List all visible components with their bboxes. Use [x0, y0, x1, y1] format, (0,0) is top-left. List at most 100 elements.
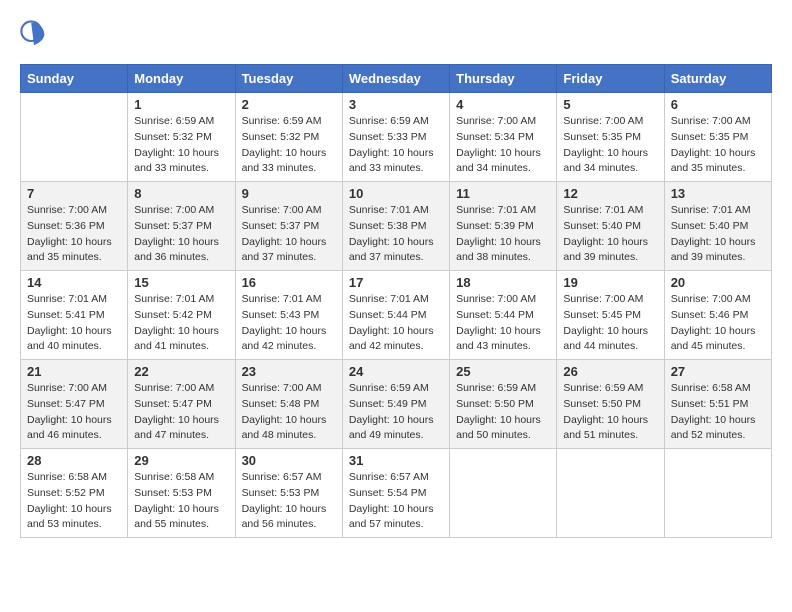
day-info: Sunrise: 6:59 AMSunset: 5:50 PMDaylight:… [563, 382, 648, 441]
day-info: Sunrise: 7:01 AMSunset: 5:40 PMDaylight:… [563, 204, 648, 263]
calendar-week-2: 7Sunrise: 7:00 AMSunset: 5:36 PMDaylight… [21, 182, 772, 271]
day-info: Sunrise: 7:00 AMSunset: 5:46 PMDaylight:… [671, 293, 756, 352]
day-info: Sunrise: 7:01 AMSunset: 5:40 PMDaylight:… [671, 204, 756, 263]
calendar-day: 5 Sunrise: 7:00 AMSunset: 5:35 PMDaylight… [557, 93, 664, 182]
day-info: Sunrise: 7:00 AMSunset: 5:36 PMDaylight:… [27, 204, 112, 263]
calendar-day: 15 Sunrise: 7:01 AMSunset: 5:42 PMDayligh… [128, 271, 235, 360]
calendar-day: 22Sunrise: 7:00 AMSunset: 5:47 PMDayligh… [128, 360, 235, 449]
day-info: Sunrise: 7:00 AMSunset: 5:48 PMDaylight:… [242, 382, 327, 441]
day-info: Sunrise: 7:01 AMSunset: 5:38 PMDaylight:… [349, 204, 434, 263]
day-number: 21 [27, 364, 121, 379]
day-info: Sunrise: 7:01 AMSunset: 5:41 PMDaylight:… [27, 293, 112, 352]
day-header-friday: Friday [557, 65, 664, 93]
day-info: Sunrise: 6:59 AMSunset: 5:32 PMDaylight:… [134, 115, 219, 174]
day-number: 1 [134, 97, 228, 112]
calendar-day: 21 Sunrise: 7:00 AMSunset: 5:47 PMDayligh… [21, 360, 128, 449]
day-header-monday: Monday [128, 65, 235, 93]
day-info: Sunrise: 6:58 AMSunset: 5:51 PMDaylight:… [671, 382, 756, 441]
calendar-day: 29 Sunrise: 6:58 AMSunset: 5:53 PMDayligh… [128, 449, 235, 538]
day-number: 25 [456, 364, 550, 379]
calendar-day: 17 Sunrise: 7:01 AMSunset: 5:44 PMDayligh… [342, 271, 449, 360]
day-header-wednesday: Wednesday [342, 65, 449, 93]
calendar-day [664, 449, 771, 538]
day-info: Sunrise: 7:01 AMSunset: 5:44 PMDaylight:… [349, 293, 434, 352]
calendar-week-1: 1 Sunrise: 6:59 AMSunset: 5:32 PMDaylight… [21, 93, 772, 182]
calendar-day: 28 Sunrise: 6:58 AMSunset: 5:52 PMDayligh… [21, 449, 128, 538]
calendar-day [450, 449, 557, 538]
day-info: Sunrise: 6:58 AMSunset: 5:52 PMDaylight:… [27, 471, 112, 530]
day-number: 24 [349, 364, 443, 379]
day-info: Sunrise: 6:59 AMSunset: 5:33 PMDaylight:… [349, 115, 434, 174]
calendar-day: 10Sunrise: 7:01 AMSunset: 5:38 PMDayligh… [342, 182, 449, 271]
calendar-day: 16 Sunrise: 7:01 AMSunset: 5:43 PMDayligh… [235, 271, 342, 360]
calendar-day [557, 449, 664, 538]
calendar-day: 9Sunrise: 7:00 AMSunset: 5:37 PMDaylight… [235, 182, 342, 271]
calendar-day: 30 Sunrise: 6:57 AMSunset: 5:53 PMDayligh… [235, 449, 342, 538]
day-info: Sunrise: 7:00 AMSunset: 5:35 PMDaylight:… [563, 115, 648, 174]
day-number: 23 [242, 364, 336, 379]
day-number: 5 [563, 97, 657, 112]
calendar-table: SundayMondayTuesdayWednesdayThursdayFrid… [20, 64, 772, 538]
day-number: 13 [671, 186, 765, 201]
calendar-week-5: 28 Sunrise: 6:58 AMSunset: 5:52 PMDayligh… [21, 449, 772, 538]
day-header-saturday: Saturday [664, 65, 771, 93]
day-header-thursday: Thursday [450, 65, 557, 93]
calendar-day: 8Sunrise: 7:00 AMSunset: 5:37 PMDaylight… [128, 182, 235, 271]
day-info: Sunrise: 7:00 AMSunset: 5:35 PMDaylight:… [671, 115, 756, 174]
calendar-day: 20 Sunrise: 7:00 AMSunset: 5:46 PMDayligh… [664, 271, 771, 360]
day-info: Sunrise: 7:01 AMSunset: 5:39 PMDaylight:… [456, 204, 541, 263]
logo [20, 20, 52, 48]
day-number: 15 [134, 275, 228, 290]
day-info: Sunrise: 7:00 AMSunset: 5:44 PMDaylight:… [456, 293, 541, 352]
calendar-day: 13 Sunrise: 7:01 AMSunset: 5:40 PMDayligh… [664, 182, 771, 271]
calendar-day: 26 Sunrise: 6:59 AMSunset: 5:50 PMDayligh… [557, 360, 664, 449]
day-number: 30 [242, 453, 336, 468]
day-info: Sunrise: 6:58 AMSunset: 5:53 PMDaylight:… [134, 471, 219, 530]
calendar-day: 11 Sunrise: 7:01 AMSunset: 5:39 PMDayligh… [450, 182, 557, 271]
day-number: 14 [27, 275, 121, 290]
day-info: Sunrise: 7:00 AMSunset: 5:47 PMDaylight:… [27, 382, 112, 441]
day-number: 17 [349, 275, 443, 290]
day-header-tuesday: Tuesday [235, 65, 342, 93]
day-number: 8 [134, 186, 228, 201]
day-info: Sunrise: 6:59 AMSunset: 5:50 PMDaylight:… [456, 382, 541, 441]
calendar-day: 2 Sunrise: 6:59 AMSunset: 5:32 PMDaylight… [235, 93, 342, 182]
calendar-day: 25 Sunrise: 6:59 AMSunset: 5:50 PMDayligh… [450, 360, 557, 449]
day-number: 11 [456, 186, 550, 201]
calendar-day: 1 Sunrise: 6:59 AMSunset: 5:32 PMDaylight… [128, 93, 235, 182]
calendar-day: 3Sunrise: 6:59 AMSunset: 5:33 PMDaylight… [342, 93, 449, 182]
day-number: 20 [671, 275, 765, 290]
day-info: Sunrise: 7:01 AMSunset: 5:43 PMDaylight:… [242, 293, 327, 352]
day-info: Sunrise: 7:01 AMSunset: 5:42 PMDaylight:… [134, 293, 219, 352]
calendar-week-3: 14 Sunrise: 7:01 AMSunset: 5:41 PMDayligh… [21, 271, 772, 360]
day-number: 27 [671, 364, 765, 379]
calendar-day: 19Sunrise: 7:00 AMSunset: 5:45 PMDayligh… [557, 271, 664, 360]
day-number: 22 [134, 364, 228, 379]
calendar-header: SundayMondayTuesdayWednesdayThursdayFrid… [21, 65, 772, 93]
day-number: 16 [242, 275, 336, 290]
day-number: 4 [456, 97, 550, 112]
day-info: Sunrise: 7:00 AMSunset: 5:45 PMDaylight:… [563, 293, 648, 352]
calendar-day: 27 Sunrise: 6:58 AMSunset: 5:51 PMDayligh… [664, 360, 771, 449]
day-header-sunday: Sunday [21, 65, 128, 93]
calendar-day [21, 93, 128, 182]
day-number: 12 [563, 186, 657, 201]
day-info: Sunrise: 6:57 AMSunset: 5:53 PMDaylight:… [242, 471, 327, 530]
day-info: Sunrise: 6:57 AMSunset: 5:54 PMDaylight:… [349, 471, 434, 530]
day-info: Sunrise: 6:59 AMSunset: 5:32 PMDaylight:… [242, 115, 327, 174]
calendar-day: 6 Sunrise: 7:00 AMSunset: 5:35 PMDaylight… [664, 93, 771, 182]
day-info: Sunrise: 7:00 AMSunset: 5:37 PMDaylight:… [242, 204, 327, 263]
day-number: 6 [671, 97, 765, 112]
calendar-day: 12 Sunrise: 7:01 AMSunset: 5:40 PMDayligh… [557, 182, 664, 271]
calendar-day: 18Sunrise: 7:00 AMSunset: 5:44 PMDayligh… [450, 271, 557, 360]
day-number: 28 [27, 453, 121, 468]
page-header [20, 20, 772, 48]
day-number: 29 [134, 453, 228, 468]
calendar-day: 14 Sunrise: 7:01 AMSunset: 5:41 PMDayligh… [21, 271, 128, 360]
day-number: 26 [563, 364, 657, 379]
calendar-day: 4 Sunrise: 7:00 AMSunset: 5:34 PMDaylight… [450, 93, 557, 182]
day-number: 2 [242, 97, 336, 112]
calendar-day: 24Sunrise: 6:59 AMSunset: 5:49 PMDayligh… [342, 360, 449, 449]
day-info: Sunrise: 7:00 AMSunset: 5:34 PMDaylight:… [456, 115, 541, 174]
calendar-day: 31Sunrise: 6:57 AMSunset: 5:54 PMDayligh… [342, 449, 449, 538]
